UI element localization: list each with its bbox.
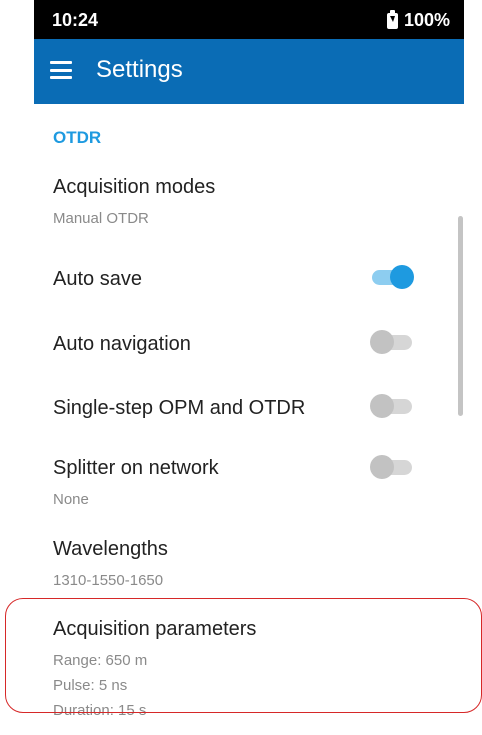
toggle-thumb (370, 455, 394, 479)
setting-acquisition-parameters[interactable]: Acquisition parameters Range: 650 m Puls… (34, 614, 464, 724)
status-battery: 100% (386, 9, 450, 31)
battery-charging-icon (386, 9, 398, 29)
param-range: Range: 650 m (53, 652, 148, 669)
param-pulse: Pulse: 5 ns (53, 677, 128, 694)
toggle-thumb (370, 394, 394, 418)
scrollbar[interactable] (458, 216, 463, 416)
settings-list: OTDR Acquisition modes Manual OTDR Auto … (34, 104, 464, 735)
setting-wavelengths[interactable]: Wavelengths 1310-1550-1650 (34, 534, 464, 598)
setting-value: None (53, 491, 89, 508)
setting-title: Auto navigation (53, 333, 191, 355)
param-duration: Duration: 15 s (53, 702, 147, 719)
auto-save-toggle[interactable] (370, 263, 418, 291)
setting-value: Manual OTDR (53, 210, 149, 227)
status-bar: 10:24 100% (34, 0, 464, 39)
page-title: Settings (96, 56, 183, 83)
hamburger-menu-icon[interactable] (50, 61, 72, 79)
auto-navigation-toggle[interactable] (370, 328, 418, 356)
single-step-toggle[interactable] (370, 392, 418, 420)
setting-title: Single-step OPM and OTDR (53, 397, 306, 419)
setting-auto-navigation[interactable]: Auto navigation (34, 327, 464, 363)
setting-acquisition-modes[interactable]: Acquisition modes Manual OTDR (34, 172, 464, 236)
status-time: 10:24 (52, 10, 99, 30)
app-bar: Settings (34, 39, 464, 104)
setting-value: 1310-1550-1650 (53, 572, 164, 589)
setting-single-step[interactable]: Single-step OPM and OTDR (34, 391, 464, 427)
section-header-otdr: OTDR (53, 128, 102, 147)
toggle-thumb (390, 265, 414, 289)
splitter-toggle[interactable] (370, 453, 418, 481)
battery-level: 100% (403, 10, 450, 30)
setting-splitter-on-network[interactable]: Splitter on network None (34, 453, 464, 517)
toggle-thumb (370, 330, 394, 354)
setting-title: Acquisition modes (53, 176, 216, 198)
setting-title: Acquisition parameters (53, 618, 257, 640)
phone-screen: 10:24 100% Settings OTDR Acquisition mod… (34, 0, 464, 735)
setting-title: Wavelengths (53, 538, 168, 560)
setting-title: Splitter on network (53, 457, 219, 479)
setting-auto-save[interactable]: Auto save (34, 262, 464, 298)
setting-title: Auto save (53, 268, 142, 290)
